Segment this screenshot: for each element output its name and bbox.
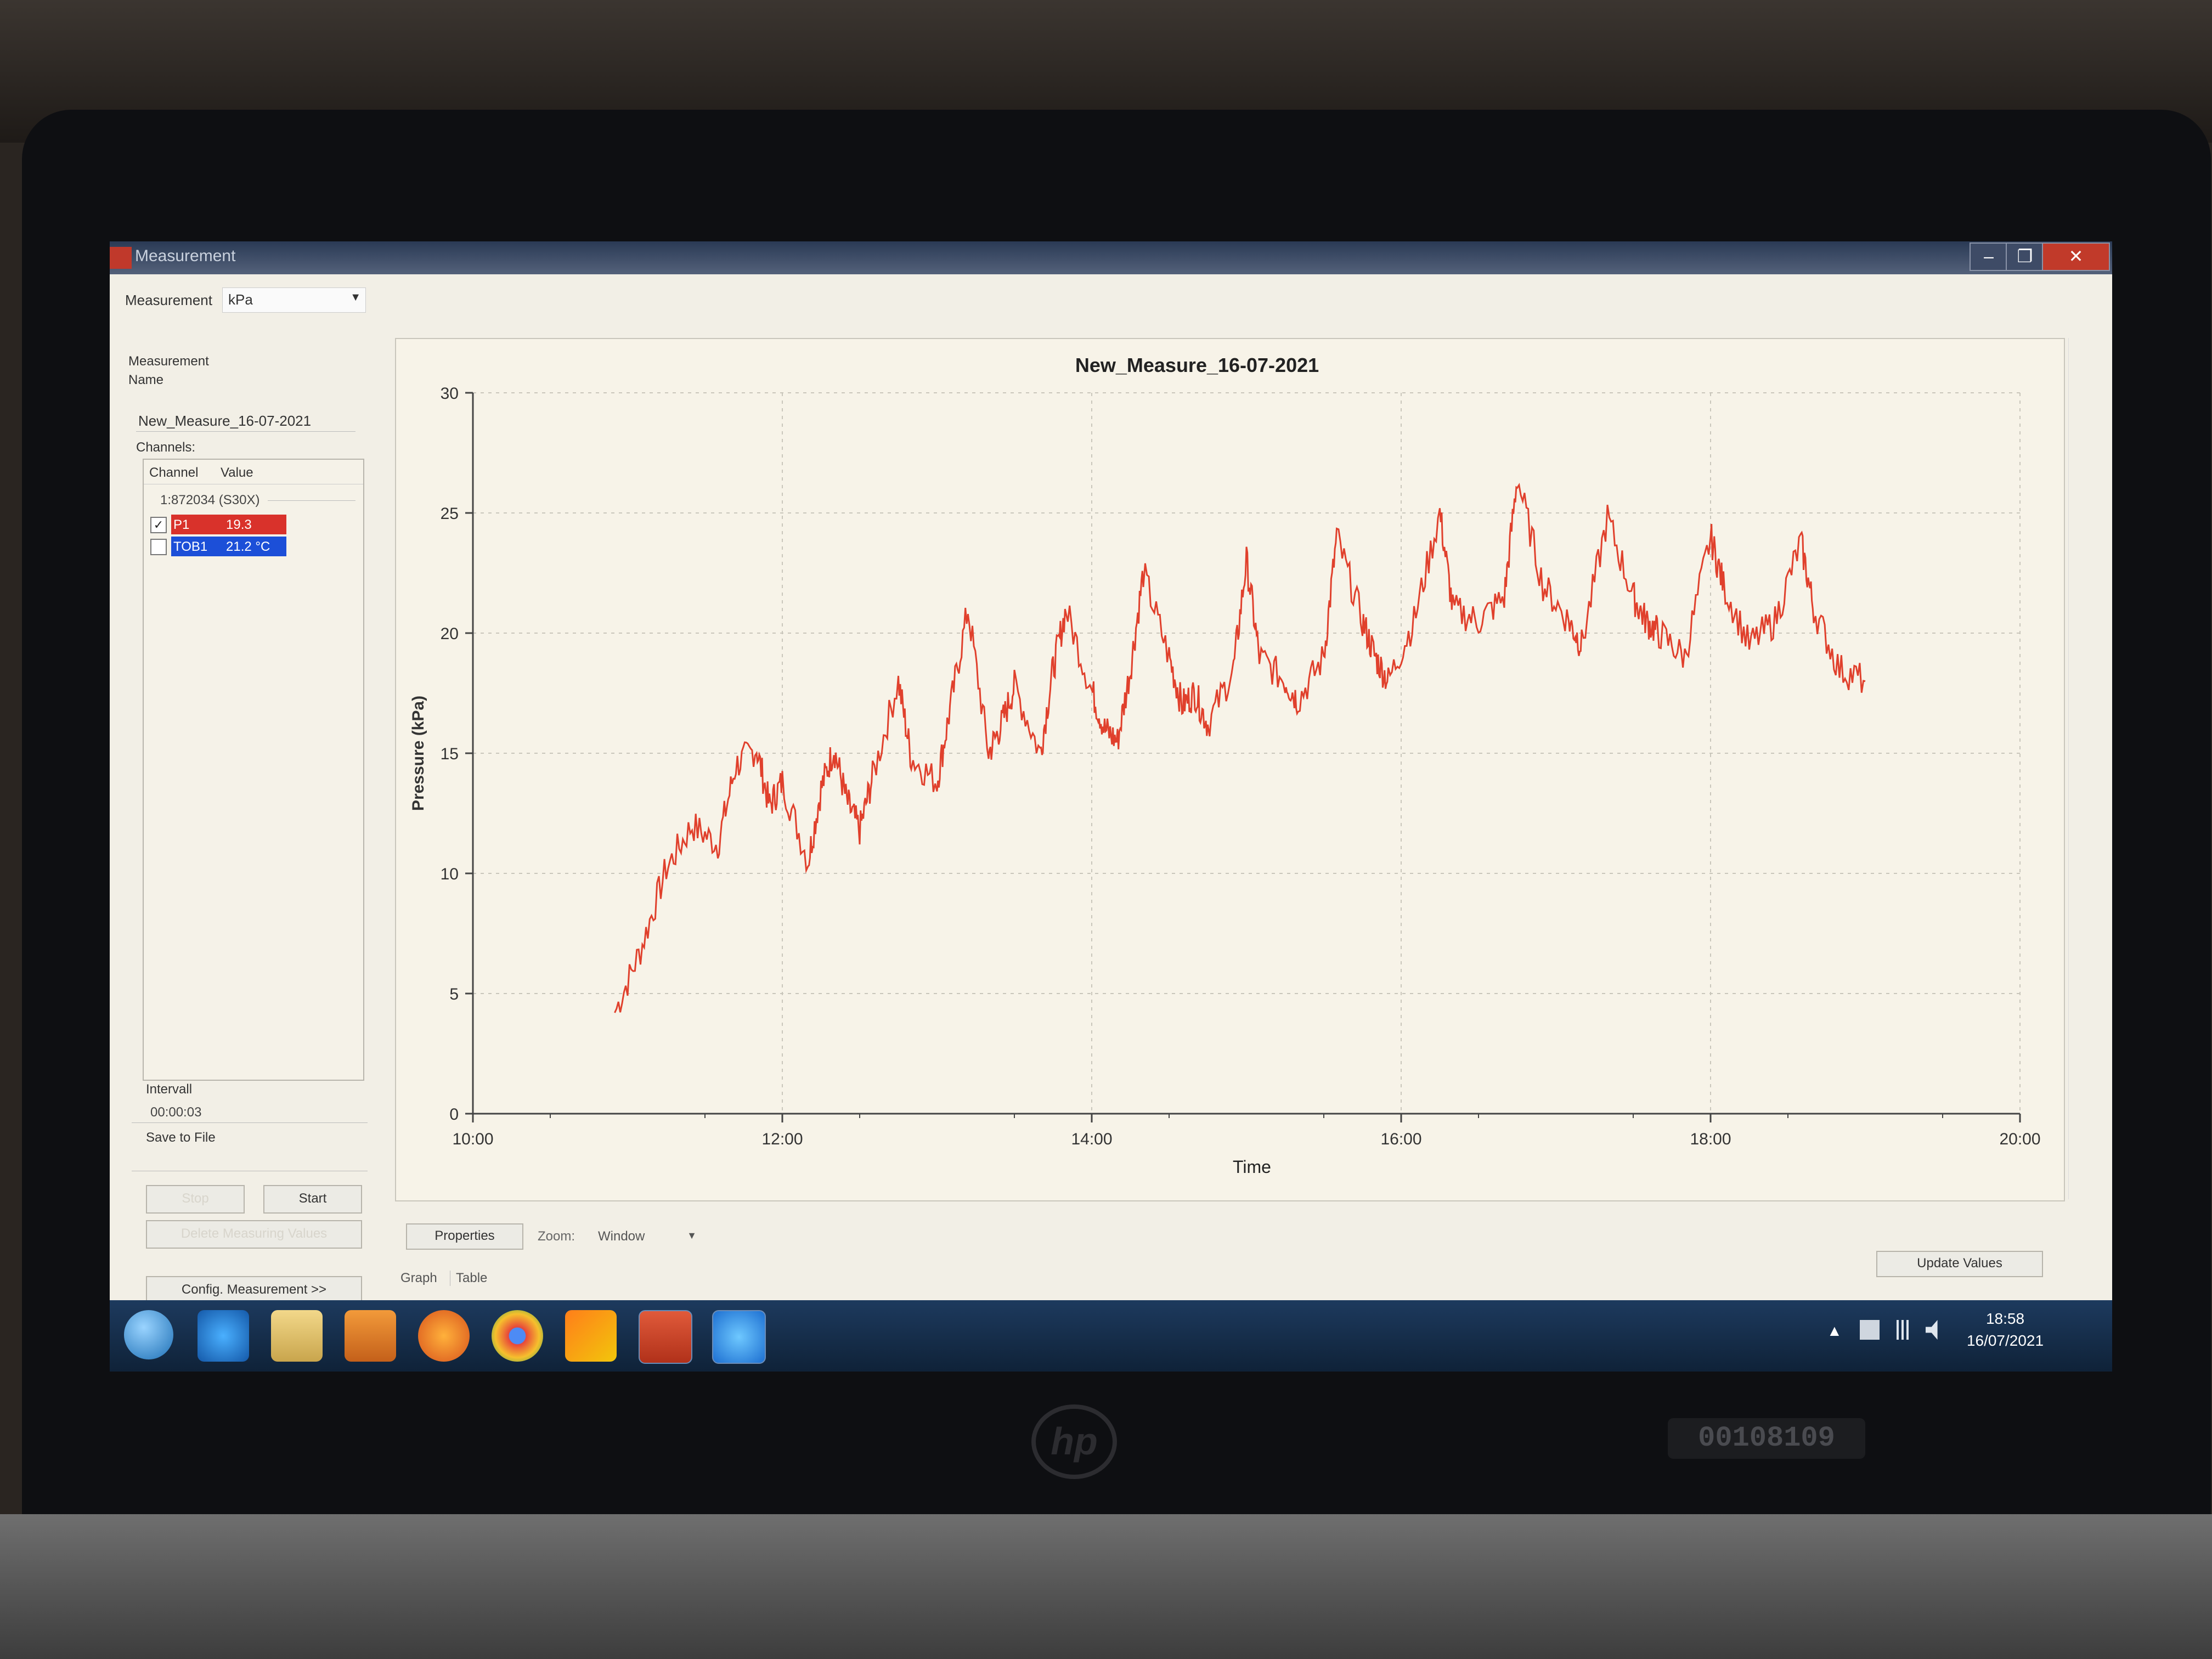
y-tick-label: 10 xyxy=(441,865,459,883)
measurement-name-label: Measurement Name xyxy=(128,354,209,387)
chevron-down-icon: ▼ xyxy=(350,291,361,303)
channel-row-p1[interactable]: P1 19.3 xyxy=(171,515,286,534)
grid xyxy=(473,392,2021,1114)
zoom-select[interactable]: Window ▼ xyxy=(592,1223,702,1248)
ccs-icon[interactable] xyxy=(565,1310,617,1362)
tab-graph[interactable]: Graph xyxy=(400,1271,437,1286)
delete-values-button[interactable]: Delete Measuring Values xyxy=(146,1220,362,1249)
restore-icon: ❐ xyxy=(2017,246,2033,266)
channel-table-header: Channel Value xyxy=(144,460,363,484)
ie-icon[interactable] xyxy=(198,1310,249,1362)
divider xyxy=(268,500,356,501)
stop-button[interactable]: Stop xyxy=(146,1185,245,1214)
explorer-icon[interactable] xyxy=(271,1310,323,1362)
series-line-p1 xyxy=(614,483,1866,1013)
minimize-icon: – xyxy=(1984,246,1994,266)
y-tick-label: 30 xyxy=(441,385,459,403)
signal-icon[interactable] xyxy=(1893,1320,1912,1340)
channel-name: P1 xyxy=(173,517,190,532)
interval-value: 00:00:03 xyxy=(150,1105,202,1120)
channel-p1-checkbox[interactable]: ✓ xyxy=(150,517,167,533)
x-tick-label: 12:00 xyxy=(761,1130,803,1148)
x-tick-label: 14:00 xyxy=(1071,1130,1112,1148)
zoom-label: Zoom: xyxy=(538,1229,575,1244)
update-values-button[interactable]: Update Values xyxy=(1876,1251,2043,1277)
channel-tob1-checkbox[interactable] xyxy=(150,539,167,555)
chart-title: New_Measure_16-07-2021 xyxy=(1075,354,1319,376)
hp-logo: hp xyxy=(1031,1404,1117,1479)
x-axis-title: Time xyxy=(1233,1157,1271,1177)
restore-button[interactable]: ❐ xyxy=(2006,242,2044,271)
firefox-icon[interactable] xyxy=(418,1310,470,1362)
y-tick-label: 25 xyxy=(441,505,459,523)
x-tick-label: 18:00 xyxy=(1690,1130,1731,1148)
screen: Measurement – ❐ ✕ Measurement kPa ▼ Meas… xyxy=(110,241,2112,1372)
asset-tag-sticker: 00108109 xyxy=(1668,1418,1865,1459)
close-icon: ✕ xyxy=(2068,246,2084,266)
y-tick-label: 0 xyxy=(449,1105,459,1124)
measurement-name-input[interactable]: New_Measure_16-07-2021 xyxy=(136,409,356,432)
channel-name: TOB1 xyxy=(173,539,208,554)
media-player-icon[interactable] xyxy=(345,1310,396,1362)
chevron-down-icon: ▼ xyxy=(687,1230,697,1241)
start-button[interactable]: Start xyxy=(263,1185,362,1214)
clock-time[interactable]: 18:58 xyxy=(1964,1310,2046,1328)
powerpoint-icon[interactable] xyxy=(639,1310,692,1364)
laptop-keyboard-deck xyxy=(0,1514,2212,1659)
tray-expand-icon[interactable]: ▲ xyxy=(1827,1322,1842,1340)
y-tick-label: 5 xyxy=(449,985,459,1003)
tab-table[interactable]: Table xyxy=(450,1271,487,1286)
check-icon: ✓ xyxy=(153,518,164,532)
measurement-name-value: New_Measure_16-07-2021 xyxy=(138,413,312,429)
column-header-value: Value xyxy=(221,465,253,480)
y-axis-title: Pressure (kPa) xyxy=(409,696,427,811)
x-tick-label: 20:00 xyxy=(1999,1130,2040,1148)
x-tick-label: 10:00 xyxy=(452,1130,493,1148)
interval-input[interactable]: 00:00:03 xyxy=(132,1103,368,1123)
y-tick-label: 20 xyxy=(441,625,459,643)
unit-select[interactable]: kPa ▼ xyxy=(222,287,366,313)
unit-select-value: kPa xyxy=(228,291,253,308)
device-label: 1:872034 (S30X) xyxy=(160,493,260,507)
title-bar: Measurement – ❐ ✕ xyxy=(110,241,2112,274)
window-title: Measurement xyxy=(135,247,236,265)
measurement-panel: Measurement kPa ▼ Measurement Name New_M… xyxy=(110,274,395,1305)
close-button[interactable]: ✕ xyxy=(2042,242,2110,271)
interval-label: Intervall xyxy=(146,1082,193,1097)
minimize-button[interactable]: – xyxy=(1970,242,2008,271)
clock-date[interactable]: 16/07/2021 xyxy=(1959,1332,2052,1350)
teamviewer-icon[interactable] xyxy=(712,1310,766,1364)
zoom-select-value: Window xyxy=(598,1229,645,1244)
chrome-icon[interactable] xyxy=(492,1310,543,1362)
properties-button[interactable]: Properties xyxy=(406,1223,523,1250)
y-tick-label: 15 xyxy=(441,745,459,763)
x-tick-label: 16:00 xyxy=(1380,1130,1421,1148)
channel-value: 19.3 xyxy=(226,517,252,532)
taskbar: ▲ 18:58 16/07/2021 xyxy=(110,1300,2112,1372)
channel-row-tob1[interactable]: TOB1 21.2 °C xyxy=(171,537,286,556)
chart-controls: Properties Zoom: Window ▼ Graph Table Up… xyxy=(395,1223,2096,1289)
channels-label: Channels: xyxy=(136,440,196,455)
channel-value: 21.2 °C xyxy=(226,539,270,554)
channel-list: Channel Value 1:872034 (S30X) ✓ P1 19.3 … xyxy=(143,459,364,1081)
pressure-chart: 0 5 10 15 20 25 30 10:00 12:00 14:00 16:00 18:00 20:… xyxy=(409,354,2041,1177)
app-icon xyxy=(110,247,132,269)
save-file-input[interactable] xyxy=(132,1151,368,1171)
chart-panel: 0 5 10 15 20 25 30 10:00 12:00 14:00 16:00 18:00 20:… xyxy=(395,338,2065,1201)
save-to-file-label: Save to File xyxy=(146,1130,216,1145)
vertical-scrollbar[interactable] xyxy=(2068,338,2085,1199)
ticks: 0 5 10 15 20 25 30 10:00 12:00 14:00 16:00 18:00 20:… xyxy=(441,385,2041,1148)
start-orb[interactable] xyxy=(124,1310,173,1359)
measurement-label: Measurement xyxy=(125,292,212,308)
action-center-icon[interactable] xyxy=(1860,1320,1880,1340)
column-header-channel: Channel xyxy=(149,465,199,480)
volume-icon[interactable] xyxy=(1926,1320,1938,1340)
